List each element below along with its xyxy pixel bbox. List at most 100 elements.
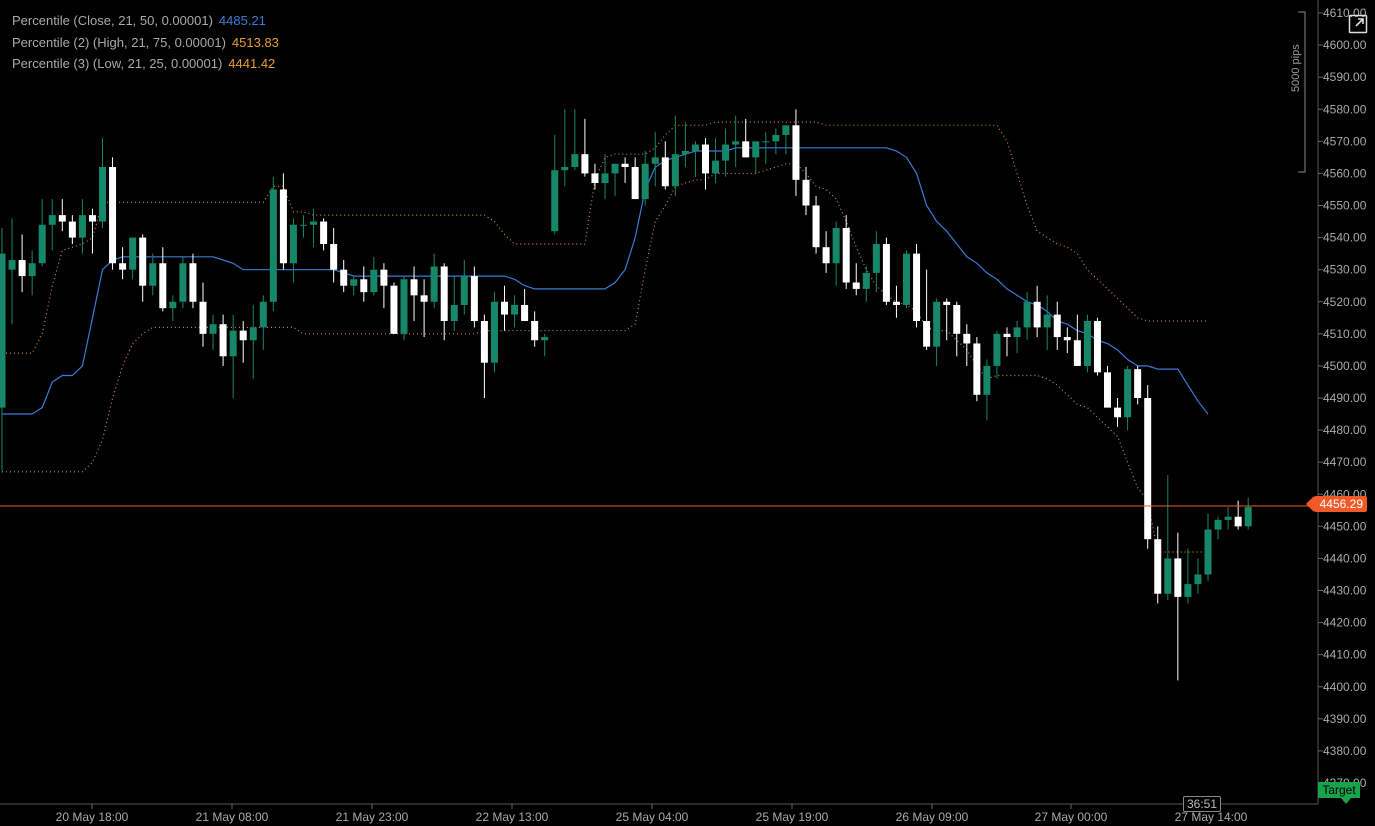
candle-bull [229,330,237,357]
candle-bear [581,154,589,174]
candle-bull [129,237,137,270]
candle-bear [1063,337,1071,341]
percentile-low-band [2,163,1208,553]
legend-close-value: 4485.21 [218,13,266,28]
target-arrow-icon [1341,798,1351,804]
candle-bear [913,253,921,321]
candle-bull [48,215,56,225]
x-tick-label: 21 May 23:00 [336,810,409,824]
candle-bull [149,263,157,286]
candle-bear [973,343,981,395]
candle-bull [561,167,569,171]
candle-bear [812,205,820,248]
y-tick-label: 4580.00 [1323,102,1367,116]
candle-bull [1164,558,1172,594]
candle-bear [1134,369,1142,398]
price-chart[interactable]: 4370.004380.004390.004400.004410.004420.… [0,0,1375,826]
legend-row-close[interactable]: Percentile (Close, 21, 50, 0.00001) 4485.… [12,10,279,32]
candle-bear [501,301,508,315]
pips-bracket [1298,11,1306,173]
candle-bull [903,253,910,305]
candle-bear [390,285,398,334]
expand-icon[interactable] [1348,14,1368,34]
candle-bull [571,154,579,167]
candle-bull [872,244,880,273]
candle-bull [350,279,358,286]
candle-bear [58,215,66,222]
legend-high-value: 4513.83 [231,34,279,50]
candle-bull [983,365,991,395]
candle-bear [380,269,388,286]
candle-bull [209,324,217,334]
y-tick-label: 4440.00 [1323,551,1367,565]
candle-bull [691,144,699,151]
candle-bull [762,141,770,143]
legend-row-high[interactable]: Percentile (2) (High, 21, 75, 0.00001) 45… [12,32,279,54]
candle-bear [88,215,96,222]
candle-bear [591,173,599,184]
candle-bear [340,269,348,286]
candle-bear [892,301,900,305]
candle-bear [1053,314,1061,338]
y-tick-label: 4500.00 [1323,359,1367,373]
candle-bear [943,301,951,305]
y-tick-label: 4450.00 [1323,519,1367,533]
candle-bear [531,321,539,341]
candle-bull [722,144,730,161]
y-tick-label: 4590.00 [1323,70,1367,84]
candle-bull [993,333,1001,366]
x-tick-label: 21 May 08:00 [196,810,269,824]
candle-bull [0,253,6,408]
candle-bull [1013,327,1021,338]
y-tick-label: 4410.00 [1323,648,1367,662]
candle-bear [320,221,328,244]
candle-bull [1023,301,1031,328]
candle-bull [1124,369,1132,418]
legend-high-name: Percentile (2) (High, 21, 75, 0.00001) [12,34,226,50]
y-tick-label: 4490.00 [1323,391,1367,405]
candle-bear [822,247,830,264]
candle-bear [139,237,147,286]
candle-bull [752,141,760,158]
candle-bull [289,224,297,264]
candle-bear [1093,321,1101,373]
candle-bear [621,163,629,167]
candle-bear [159,263,167,309]
y-tick-label: 4390.00 [1323,712,1367,726]
x-tick-label: 26 May 09:00 [896,810,969,824]
candle-bear [661,157,669,187]
candle-bull [641,163,649,200]
candle-bull [511,304,519,315]
x-tick-label: 25 May 04:00 [616,810,689,824]
y-tick-label: 4550.00 [1323,199,1367,213]
candle-bear [420,295,428,302]
candle-bear [440,266,448,321]
candle-bull [300,224,307,226]
candle-bull [601,173,609,184]
candle-bear [109,167,117,264]
x-tick-label: 20 May 18:00 [56,810,129,824]
candle-bull [1244,507,1252,527]
candle-bear [792,125,800,180]
candle-bear [199,301,207,334]
candle-bear [842,227,850,283]
candle-bear [119,263,127,270]
candle-bull [8,260,16,270]
candle-bear [852,282,860,289]
y-tick-label: 4600.00 [1323,38,1367,52]
y-tick-label: 4560.00 [1323,166,1367,180]
candle-bear [330,244,338,270]
candle-bull [1204,529,1212,575]
target-button[interactable]: Target [1318,782,1360,798]
candle-bull [38,224,46,264]
candle-bear [239,330,247,341]
candle-bear [470,276,478,321]
y-tick-label: 4520.00 [1323,295,1367,309]
y-tick-label: 4530.00 [1323,263,1367,277]
candle-bull [99,167,106,222]
legend-row-low[interactable]: Percentile (3) (Low, 21, 25, 0.00001) 444… [12,53,279,75]
candle-bear [1174,558,1182,597]
candle-bull [1224,516,1232,520]
candle-countdown: 36:51 [1183,796,1222,812]
legend-low-name: Percentile (3) (Low, 21, 25, 0.00001) [12,56,223,71]
